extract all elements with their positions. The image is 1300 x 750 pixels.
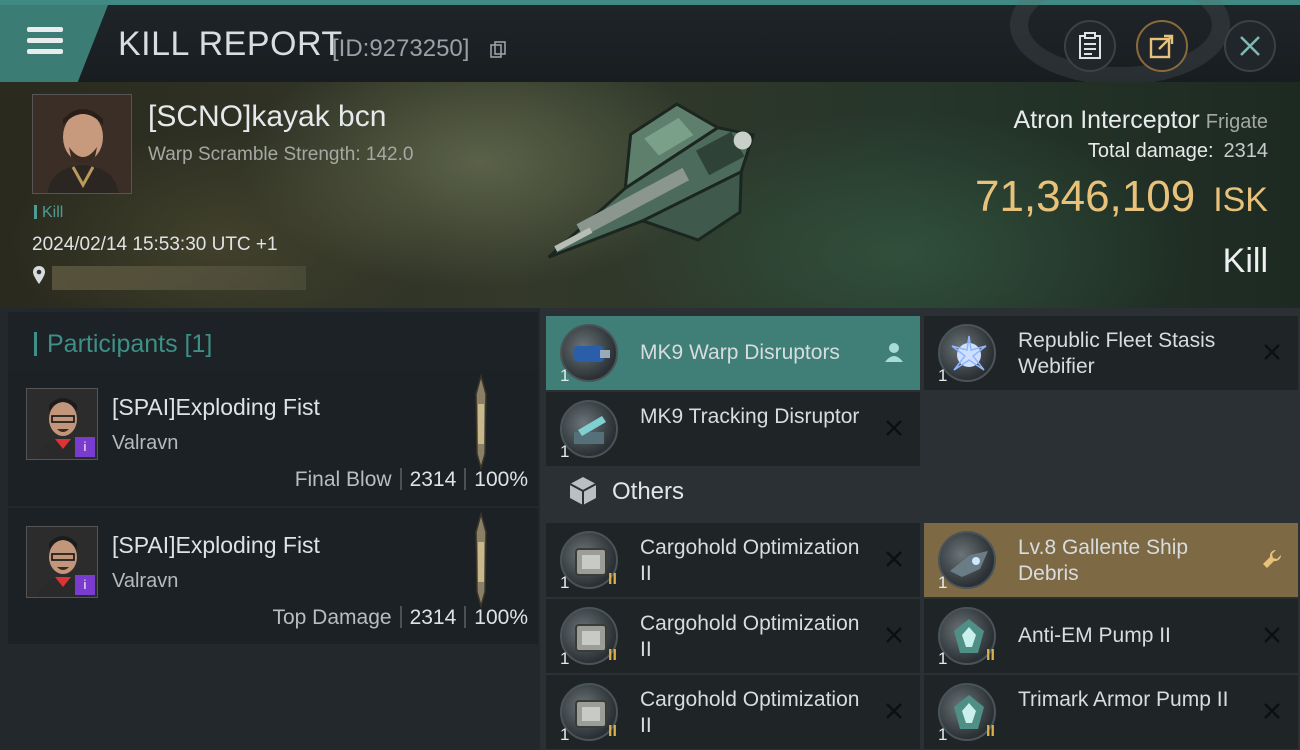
item-quantity: 1 <box>560 573 570 592</box>
share-button[interactable] <box>1136 20 1188 72</box>
isk-amount: 71,346,109 <box>974 172 1196 221</box>
item-name: MK9 Warp Disruptors <box>640 341 840 364</box>
victim-name[interactable]: [SCNO]kayak bcn <box>148 100 386 134</box>
participant-percent: 100% <box>474 606 528 629</box>
participant-name[interactable]: [SPAI]Exploding Fist <box>112 532 320 559</box>
item-quantity: 1 <box>938 649 948 668</box>
participant-ship-icon <box>475 512 487 608</box>
result-label: Kill <box>1222 242 1268 280</box>
item-name: Cargohold Optimization II <box>640 688 860 737</box>
page-title: KILL REPORT <box>118 25 343 63</box>
wrench-icon[interactable] <box>1260 547 1284 571</box>
hamburger-icon[interactable] <box>27 27 63 55</box>
pilot-icon[interactable] <box>882 340 906 364</box>
item-quantity: 1 <box>938 573 948 592</box>
item-name: Anti-EM Pump II <box>1018 624 1171 647</box>
item-tier: II <box>608 723 617 740</box>
total-damage: Total damage: 2314 <box>1088 140 1268 163</box>
clipboard-button[interactable] <box>1064 20 1116 72</box>
x-icon[interactable] <box>1260 699 1284 723</box>
report-id: [ID:9273250] <box>332 35 470 62</box>
item-stasis-webifier[interactable]: 1 Republic Fleet Stasis Webifier <box>924 316 1298 390</box>
x-icon[interactable] <box>882 699 906 723</box>
item-quantity: 1 <box>560 649 570 668</box>
location-redacted <box>52 266 306 290</box>
participant-damage: 2314 <box>409 606 457 629</box>
ship-image <box>547 102 756 259</box>
top-bar: KILL REPORT [ID:9273250] <box>0 0 1300 85</box>
participant-badge: i <box>75 437 95 457</box>
item-tier: II <box>608 571 617 588</box>
item-anti-em-pump[interactable]: 1 II Anti-EM Pump II <box>924 599 1298 673</box>
participant-row[interactable]: i [SPAI]Exploding Fist Valravn Final Blo… <box>8 370 538 506</box>
total-damage-value: 2314 <box>1223 140 1269 162</box>
item-quantity: 1 <box>560 725 570 744</box>
menu-button[interactable] <box>0 5 108 82</box>
ship-class: Frigate <box>1205 111 1268 133</box>
item-cargohold-optimization[interactable]: 1 II Cargohold Optimization II <box>546 523 920 597</box>
participant-name[interactable]: [SPAI]Exploding Fist <box>112 394 320 421</box>
participant-role: Top Damage <box>272 606 392 629</box>
item-quantity: 1 <box>938 366 948 385</box>
decorative-ring <box>1010 0 1230 85</box>
participant-role: Final Blow <box>294 468 392 491</box>
item-cargohold-optimization[interactable]: 1 II Cargohold Optimization II <box>546 675 920 749</box>
item-name: MK9 Tracking Disruptor <box>640 405 860 428</box>
ship-name-text: Atron Interceptor <box>1013 106 1200 134</box>
participant-percent: 100% <box>474 468 528 491</box>
others-label: Others <box>612 478 685 505</box>
item-name: Republic Fleet Stasis Webifier <box>1018 329 1216 378</box>
others-section-header: Others <box>546 464 920 516</box>
copy-icon[interactable] <box>490 41 506 59</box>
item-name: Cargohold Optimization II <box>640 612 860 661</box>
victim-portrait[interactable] <box>32 94 132 194</box>
item-cargohold-optimization[interactable]: 1 II Cargohold Optimization II <box>546 599 920 673</box>
cube-icon <box>569 477 597 505</box>
item-quantity: 1 <box>938 725 948 744</box>
participants-header: Participants [1] <box>8 312 538 372</box>
item-mk9-warp-disruptors[interactable]: 1 MK9 Warp Disruptors <box>546 316 920 390</box>
item-quantity: 1 <box>560 442 570 461</box>
participant-damage: 2314 <box>409 468 457 491</box>
participant-ship-icon <box>475 374 487 470</box>
participant-row[interactable]: i [SPAI]Exploding Fist Valravn Top Damag… <box>8 508 538 644</box>
item-tier: II <box>986 647 995 664</box>
item-name: Lv.8 Gallente Ship Debris <box>1018 536 1189 585</box>
participant-ship: Valravn <box>112 432 179 454</box>
participant-ship: Valravn <box>112 570 179 592</box>
item-name: Trimark Armor Pump II <box>1018 688 1229 711</box>
x-icon[interactable] <box>882 547 906 571</box>
x-icon[interactable] <box>882 416 906 440</box>
isk-value: 71,346,109 ISK <box>975 172 1268 222</box>
participant-stats: Final Blow 2314 100% <box>295 468 528 492</box>
victim-summary: [SCNO]kayak bcn Warp Scramble Strength: … <box>0 82 1300 308</box>
item-tier: II <box>986 723 995 740</box>
kill-datetime: 2024/02/14 15:53:30 UTC +1 <box>32 234 278 255</box>
participants-title: Participants [1] <box>34 330 212 359</box>
ship-name: Atron Interceptor Frigate <box>1014 106 1268 135</box>
location-pin-icon <box>33 266 45 284</box>
warp-scramble-strength: Warp Scramble Strength: 142.0 <box>148 144 414 165</box>
participants-panel: Participants [1] i [SPAI]Exploding Fist … <box>0 308 540 750</box>
item-quantity: 1 <box>560 366 570 385</box>
kill-tag: Kill <box>34 204 63 222</box>
share-icon <box>1149 34 1174 59</box>
item-trimark-armor-pump[interactable]: 1 II Trimark Armor Pump II <box>924 675 1298 749</box>
x-icon[interactable] <box>1260 340 1284 364</box>
item-tier: II <box>608 647 617 664</box>
x-icon[interactable] <box>1260 623 1284 647</box>
clipboard-icon <box>1079 32 1101 59</box>
total-damage-label: Total damage: <box>1087 140 1214 162</box>
close-icon <box>1240 36 1260 56</box>
close-button[interactable] <box>1224 20 1276 72</box>
isk-unit: ISK <box>1213 181 1268 219</box>
x-icon[interactable] <box>882 623 906 647</box>
item-name: Cargohold Optimization II <box>640 536 860 585</box>
participant-badge: i <box>75 575 95 595</box>
item-ship-debris[interactable]: 1 Lv.8 Gallente Ship Debris <box>924 523 1298 597</box>
participant-stats: Top Damage 2314 100% <box>272 606 528 630</box>
items-panel: 1 MK9 Warp Disruptors 1 Republic Fleet S… <box>540 308 1300 750</box>
item-mk9-tracking-disruptor[interactable]: 1 MK9 Tracking Disruptor <box>546 392 920 466</box>
